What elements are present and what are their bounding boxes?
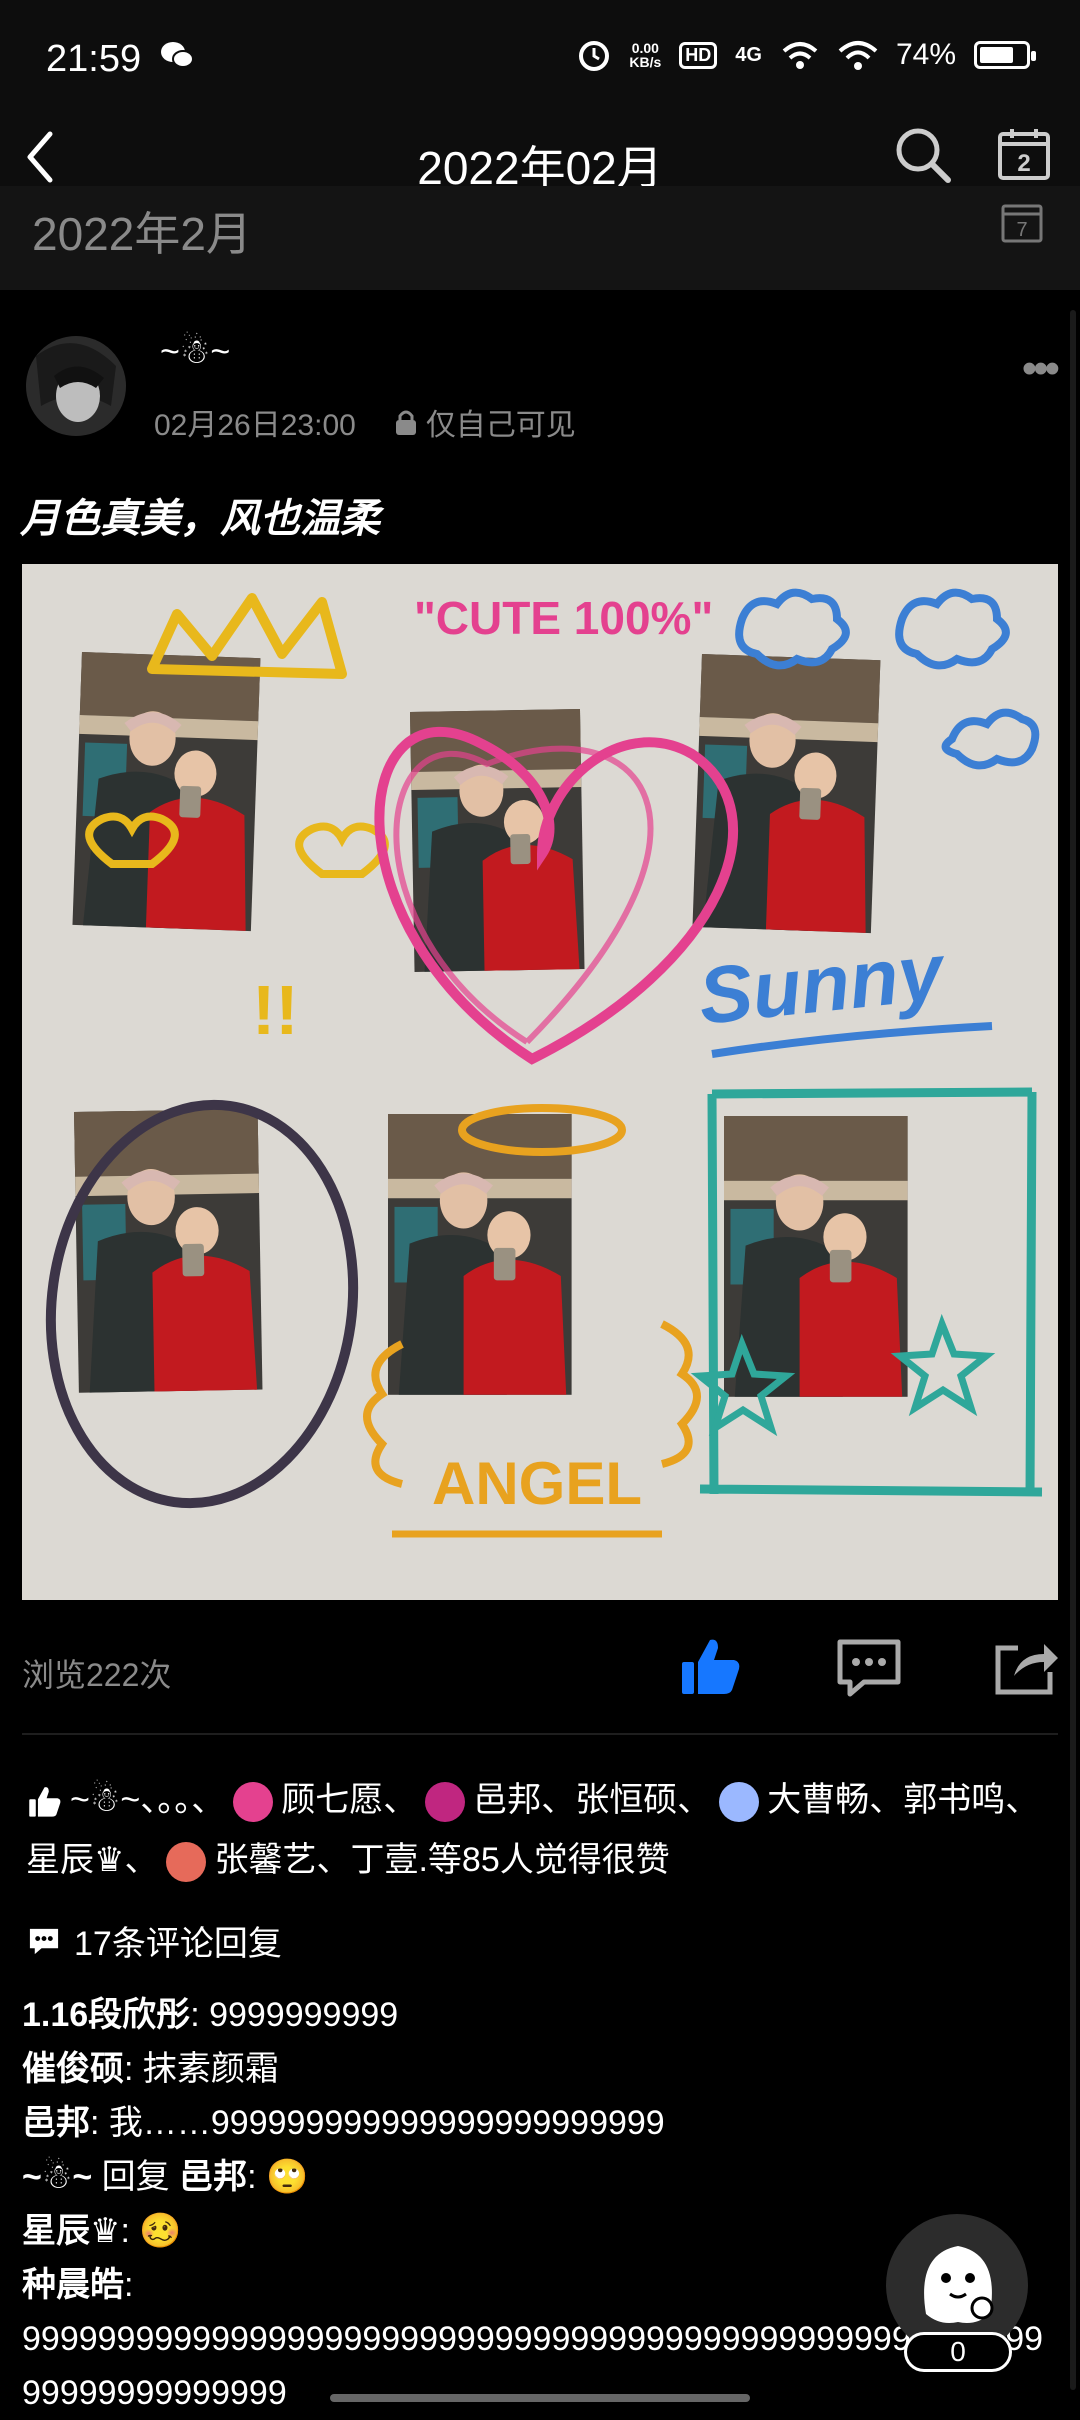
liker-avatar-1[interactable] bbox=[233, 1782, 274, 1823]
battery-level bbox=[980, 47, 1013, 63]
month-section-header: 2022年2月 7 bbox=[0, 186, 1080, 290]
hd-badge: HD bbox=[679, 41, 718, 69]
post-author[interactable]: ~☃~ bbox=[160, 332, 230, 372]
reply-word: 回复 bbox=[92, 2158, 180, 2196]
comment-icon[interactable] bbox=[834, 1632, 904, 1702]
likes-names-5[interactable]: 张馨艺、丁壹.等85人觉得很赞 bbox=[214, 1841, 669, 1879]
comments-count-label: 17条评论回复 bbox=[74, 1925, 282, 1963]
privacy-text: 仅自己可见 bbox=[425, 409, 576, 442]
comment-text: : 我……999999999999999999999999 bbox=[90, 2104, 665, 2142]
status-icons: 0.00 KB/s HD 4G 74% bbox=[577, 38, 1036, 72]
calendar-icon-number: 2 bbox=[1017, 150, 1030, 177]
comment-item[interactable]: 催俊硕: 抹素颜霜 bbox=[22, 2042, 1062, 2096]
comment-text: : 🥴 bbox=[120, 2212, 182, 2250]
status-time: 21:59 bbox=[46, 38, 142, 80]
wifi-icon bbox=[838, 41, 878, 70]
comment-item[interactable]: 1.16段欣彤: 9999999999 bbox=[22, 1988, 1062, 2042]
comment-author[interactable]: ~☃~ bbox=[22, 2158, 92, 2196]
comment-item[interactable]: 邑邦: 我……999999999999999999999999 bbox=[22, 2096, 1062, 2150]
view-count: 浏览222次 bbox=[22, 1657, 172, 1693]
likes-thumb-icon bbox=[29, 1787, 61, 1817]
liker-avatar-3[interactable] bbox=[719, 1782, 760, 1823]
alarm-icon bbox=[579, 41, 610, 71]
comment-item[interactable]: ~☃~ 回复 邑邦: 🙄 bbox=[22, 2150, 1062, 2204]
month-section-title: 2022年2月 bbox=[32, 208, 252, 260]
comment-author[interactable]: 催俊硕 bbox=[22, 2050, 124, 2088]
more-options-icon[interactable]: ••• bbox=[1022, 344, 1060, 394]
signal-wifi-icon bbox=[782, 42, 818, 69]
likes-list: ~☃~、。。、 顾七愿、 邑邦、张恒硕、 大曹畅、郭书鸣、星辰♛、 张馨艺、丁壹.等85… bbox=[26, 1770, 1056, 1890]
comment-text: : 9999999999 bbox=[190, 1996, 399, 2034]
like-icon[interactable] bbox=[676, 1632, 746, 1702]
divider bbox=[22, 1733, 1058, 1735]
share-icon[interactable] bbox=[990, 1632, 1060, 1702]
post-date: 02月26日23:00 bbox=[154, 409, 356, 442]
comment-author[interactable]: 1.16段欣彤 bbox=[22, 1996, 190, 2034]
avatar[interactable] bbox=[26, 336, 126, 436]
home-indicator[interactable] bbox=[330, 2394, 750, 2402]
privacy-label: 仅自己可见 bbox=[394, 400, 576, 444]
comments-count: 17条评论回复 bbox=[26, 1916, 282, 1965]
network-type: 4G bbox=[735, 43, 762, 66]
comment-text: : 🙄 bbox=[247, 2158, 309, 2196]
post-photo[interactable]: !! "CUTE 100%" Sunny ANGEL bbox=[22, 564, 1058, 1600]
network-speed: 0.00 KB/s bbox=[629, 40, 662, 70]
likes-names-3[interactable]: 邑邦、张恒硕、 bbox=[473, 1781, 711, 1819]
comment-author[interactable]: 邑邦 bbox=[22, 2104, 90, 2142]
cute-caption: "CUTE 100%" bbox=[414, 592, 713, 644]
likes-names-1[interactable]: ~☃~、。。、 bbox=[70, 1781, 225, 1819]
wechat-icon bbox=[161, 42, 194, 68]
photo-collage: !! "CUTE 100%" Sunny ANGEL bbox=[22, 564, 1058, 1600]
exclaim-caption: !! bbox=[252, 971, 299, 1049]
calendar-icon[interactable]: 2 bbox=[996, 126, 1052, 182]
floating-badge-count: 0 bbox=[904, 2332, 1012, 2372]
comment-author[interactable]: 星辰♛ bbox=[22, 2212, 120, 2250]
comments-bubble-icon bbox=[29, 1928, 59, 1954]
search-icon[interactable] bbox=[894, 126, 952, 184]
day-calendar-number: 7 bbox=[1016, 219, 1027, 241]
comment-author[interactable]: 种晨皓 bbox=[22, 2266, 124, 2304]
scroll-bar[interactable] bbox=[1070, 310, 1076, 2390]
comment-text: : 抹素颜霜 bbox=[124, 2050, 279, 2088]
reply-target[interactable]: 邑邦 bbox=[179, 2158, 247, 2196]
likes-names-2[interactable]: 顾七愿、 bbox=[281, 1781, 417, 1819]
battery-percent: 74% bbox=[895, 38, 956, 71]
post-text: 月色真美，风也温柔 bbox=[20, 497, 380, 541]
avatar-illustration bbox=[36, 343, 116, 422]
lock-icon bbox=[395, 410, 416, 435]
liker-avatar-4[interactable] bbox=[166, 1842, 207, 1883]
angel-caption: ANGEL bbox=[432, 1450, 642, 1517]
status-bar: 21:59 0.00 KB/s HD 4G 74% bbox=[0, 0, 1080, 110]
comment-text: : bbox=[124, 2266, 134, 2304]
liker-avatar-2[interactable] bbox=[425, 1782, 466, 1823]
day-calendar-icon[interactable]: 7 bbox=[1000, 200, 1044, 244]
post-meta: 02月26日23:00 仅自己可见 bbox=[154, 400, 576, 444]
battery-icon bbox=[974, 41, 1036, 69]
